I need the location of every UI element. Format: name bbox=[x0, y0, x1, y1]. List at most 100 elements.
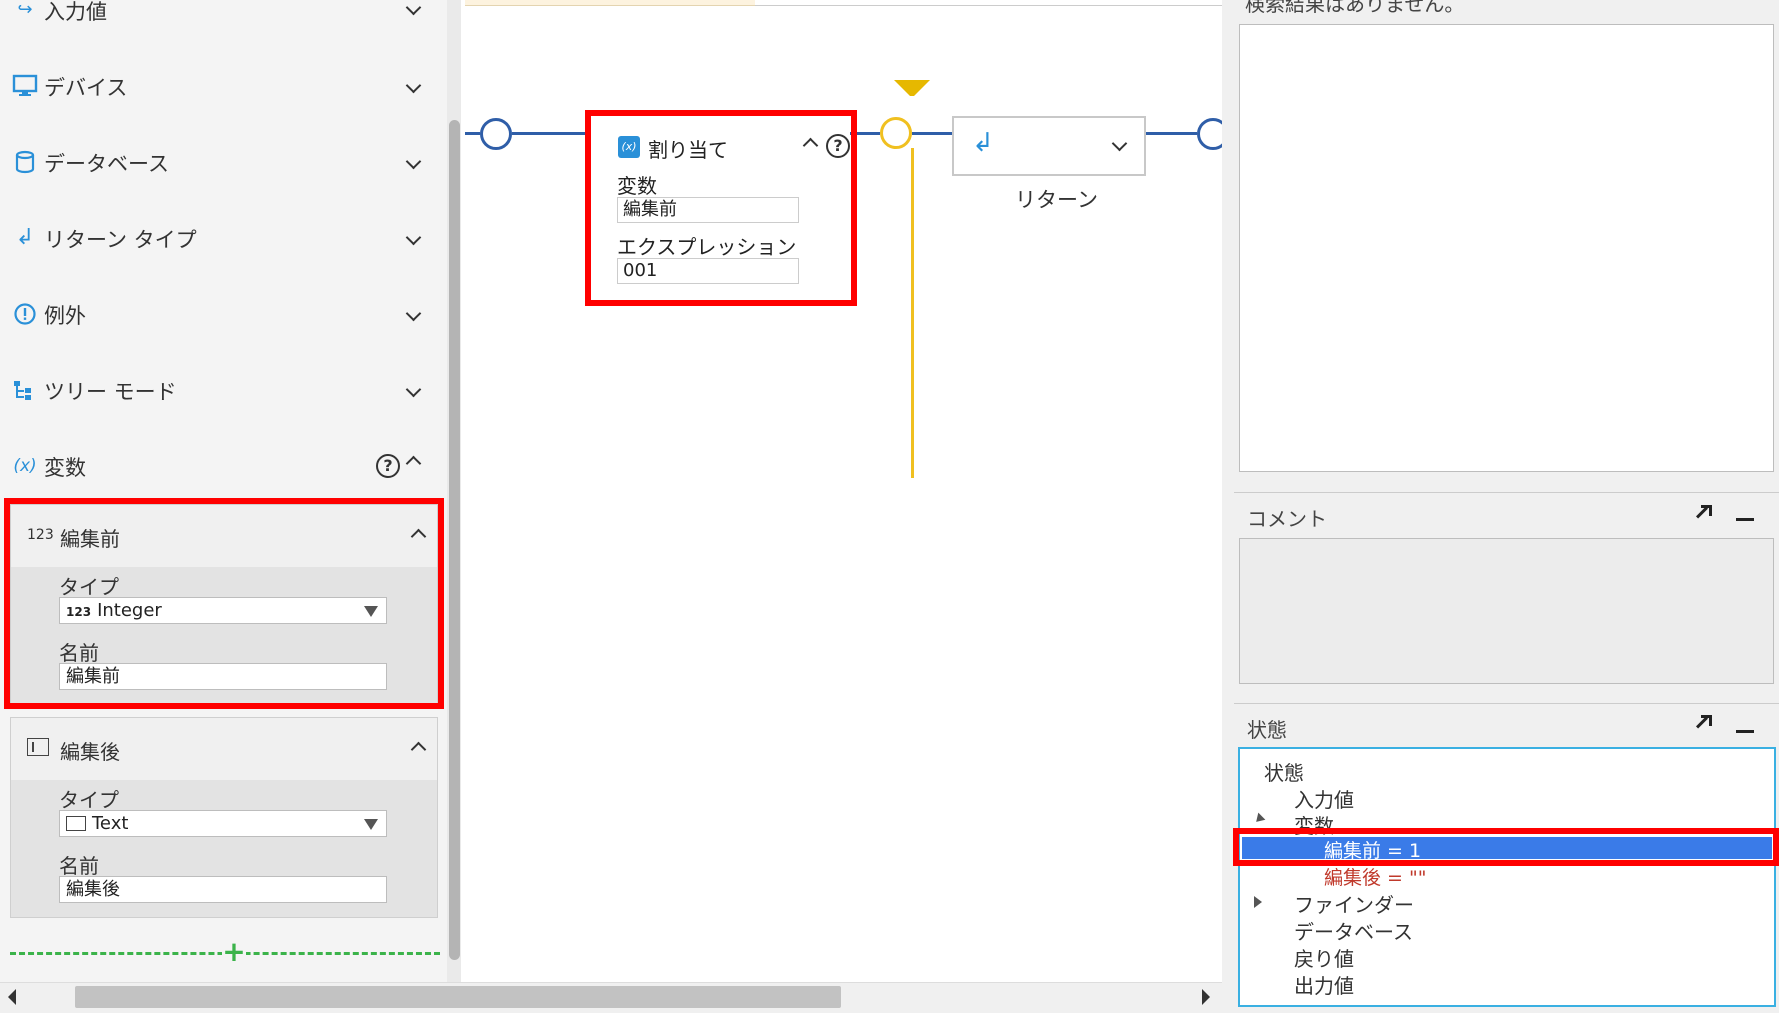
search-results-box bbox=[1239, 24, 1774, 472]
variable-name-title: 編集後 bbox=[60, 740, 120, 764]
name-label: 名前 bbox=[59, 641, 99, 665]
comment-panel-title: コメント bbox=[1247, 507, 1327, 531]
scroll-left-icon[interactable] bbox=[8, 989, 16, 1005]
pin-icon[interactable] bbox=[1692, 714, 1712, 732]
chevron-down-icon[interactable] bbox=[404, 382, 424, 402]
return-node[interactable]: ↲ bbox=[952, 116, 1146, 176]
section-database[interactable]: データベース bbox=[0, 128, 447, 194]
type-label: タイプ bbox=[59, 788, 119, 812]
text-type-icon bbox=[66, 816, 86, 831]
flow-junction-node[interactable] bbox=[480, 118, 512, 150]
minimize-icon[interactable] bbox=[1736, 730, 1754, 733]
comment-box[interactable] bbox=[1239, 538, 1774, 684]
return-icon: ↲ bbox=[972, 128, 994, 158]
tree-item[interactable]: 状態 bbox=[1264, 757, 1304, 786]
type-select-value: Text bbox=[92, 813, 129, 834]
chevron-up-icon[interactable] bbox=[409, 736, 429, 756]
type-label: タイプ bbox=[59, 575, 119, 599]
add-variable-icon[interactable]: + bbox=[222, 938, 246, 966]
tree-item[interactable]: データベース bbox=[1294, 916, 1413, 945]
name-input[interactable]: 編集前 bbox=[59, 663, 387, 690]
exclamation-icon bbox=[12, 302, 38, 326]
inspector-panel: 検索結果はありません。 コメント 状態 状態 入力値 変数 編集前 = 1 編集… bbox=[1222, 0, 1779, 1013]
scrollbar-thumb[interactable] bbox=[75, 986, 841, 1008]
tree-item[interactable]: 出力値 bbox=[1294, 970, 1354, 999]
section-device-label: デバイス bbox=[44, 76, 128, 100]
chevron-down-icon[interactable] bbox=[404, 306, 424, 326]
text-type-icon bbox=[27, 738, 49, 756]
variable-card-header[interactable]: 編集後 bbox=[11, 718, 437, 780]
variable-icon: (x) bbox=[13, 456, 37, 476]
toolbox-panel: ↪ 入力値 デバイス データベース ↲ リターン タイプ 例外 ツリー モード … bbox=[0, 0, 447, 982]
chevron-up-icon[interactable] bbox=[404, 450, 424, 470]
minimize-icon[interactable] bbox=[1736, 518, 1754, 521]
debug-current-node[interactable] bbox=[880, 117, 912, 149]
tab-strip bbox=[755, 0, 1222, 6]
chevron-down-icon[interactable] bbox=[404, 154, 424, 174]
chevron-up-icon[interactable] bbox=[409, 523, 429, 543]
section-variables[interactable]: (x) 変数 ? bbox=[0, 432, 447, 498]
state-tree[interactable]: 状態 入力値 変数 編集前 = 1 編集後 = "" ファインダー データベース… bbox=[1238, 747, 1776, 1007]
integer-type-icon: 123 bbox=[66, 605, 92, 619]
return-icon: ↲ bbox=[15, 225, 35, 250]
dropdown-arrow-icon bbox=[364, 819, 378, 830]
flow-connector bbox=[850, 132, 880, 135]
search-result-text: 検索結果はありません。 bbox=[1245, 0, 1465, 16]
type-select[interactable]: 123 Integer bbox=[59, 597, 387, 624]
flow-connector bbox=[465, 132, 480, 135]
section-input-label: 入力値 bbox=[44, 0, 107, 24]
section-tree-mode-label: ツリー モード bbox=[44, 380, 177, 404]
help-icon[interactable]: ? bbox=[826, 134, 850, 158]
flow-connector bbox=[1145, 132, 1197, 135]
variable-label: 変数 bbox=[617, 174, 657, 198]
section-exception-label: 例外 bbox=[44, 304, 86, 328]
chevron-down-icon[interactable] bbox=[404, 0, 424, 20]
scrollbar-thumb[interactable] bbox=[449, 120, 460, 960]
section-variables-label: 変数 bbox=[44, 456, 86, 480]
assign-node-title: 割り当て bbox=[648, 138, 728, 162]
collapse-icon[interactable] bbox=[801, 132, 821, 152]
tree-item[interactable]: 変数 bbox=[1294, 810, 1334, 839]
return-node-label: リターン bbox=[1015, 188, 1098, 212]
expression-input[interactable]: 001 bbox=[617, 258, 799, 284]
expanded-arrow-icon[interactable] bbox=[1252, 812, 1266, 826]
tab-strip bbox=[465, 0, 755, 6]
selected-tree-row[interactable] bbox=[1242, 837, 1772, 859]
section-tree-mode[interactable]: ツリー モード bbox=[0, 356, 447, 422]
section-device[interactable]: デバイス bbox=[0, 52, 447, 118]
scroll-right-icon[interactable] bbox=[1202, 989, 1210, 1005]
variable-input[interactable]: 編集前 bbox=[617, 197, 799, 223]
section-database-label: データベース bbox=[44, 152, 169, 176]
variable-card-before: 123 編集前 タイプ 123 Integer 名前 編集前 bbox=[10, 504, 438, 705]
tree-item[interactable]: 入力値 bbox=[1294, 784, 1354, 813]
type-select-value: Integer bbox=[97, 600, 162, 621]
tree-item-changed[interactable]: 編集後 = "" bbox=[1324, 863, 1426, 890]
debug-current-line bbox=[911, 148, 914, 478]
type-select[interactable]: Text bbox=[59, 810, 387, 837]
variable-icon: (x) bbox=[618, 136, 640, 158]
dropdown-arrow-icon bbox=[364, 606, 378, 617]
collapsed-arrow-icon[interactable] bbox=[1254, 896, 1262, 908]
variable-name-title: 編集前 bbox=[60, 527, 120, 551]
chevron-down-icon[interactable] bbox=[404, 230, 424, 250]
variable-card-header[interactable]: 123 編集前 bbox=[11, 505, 437, 567]
assign-node[interactable]: (x) 割り当て ? 変数 編集前 エクスプレッション 001 bbox=[590, 114, 850, 296]
chevron-down-icon[interactable] bbox=[404, 78, 424, 98]
section-exception[interactable]: 例外 bbox=[0, 280, 447, 346]
name-input[interactable]: 編集後 bbox=[59, 876, 387, 903]
pin-icon[interactable] bbox=[1692, 504, 1712, 522]
tree-item[interactable]: ファインダー bbox=[1294, 889, 1414, 918]
chevron-down-icon[interactable] bbox=[1110, 136, 1130, 156]
name-label: 名前 bbox=[59, 854, 99, 878]
flow-canvas[interactable]: (x) 割り当て ? 変数 編集前 エクスプレッション 001 ↲ リターン bbox=[465, 0, 1229, 982]
tree-item[interactable]: 戻り値 bbox=[1294, 943, 1354, 972]
section-return-type[interactable]: ↲ リターン タイプ bbox=[0, 204, 447, 270]
variable-card-after: 編集後 タイプ Text 名前 編集後 bbox=[10, 717, 438, 918]
help-icon[interactable]: ? bbox=[376, 454, 400, 478]
section-return-type-label: リターン タイプ bbox=[44, 228, 197, 252]
expression-label: エクスプレッション bbox=[617, 235, 797, 259]
flow-connector bbox=[512, 132, 590, 135]
monitor-icon bbox=[12, 74, 38, 98]
section-input[interactable]: ↪ 入力値 bbox=[0, 0, 447, 42]
tree-item-selected[interactable]: 編集前 = 1 bbox=[1324, 836, 1421, 863]
